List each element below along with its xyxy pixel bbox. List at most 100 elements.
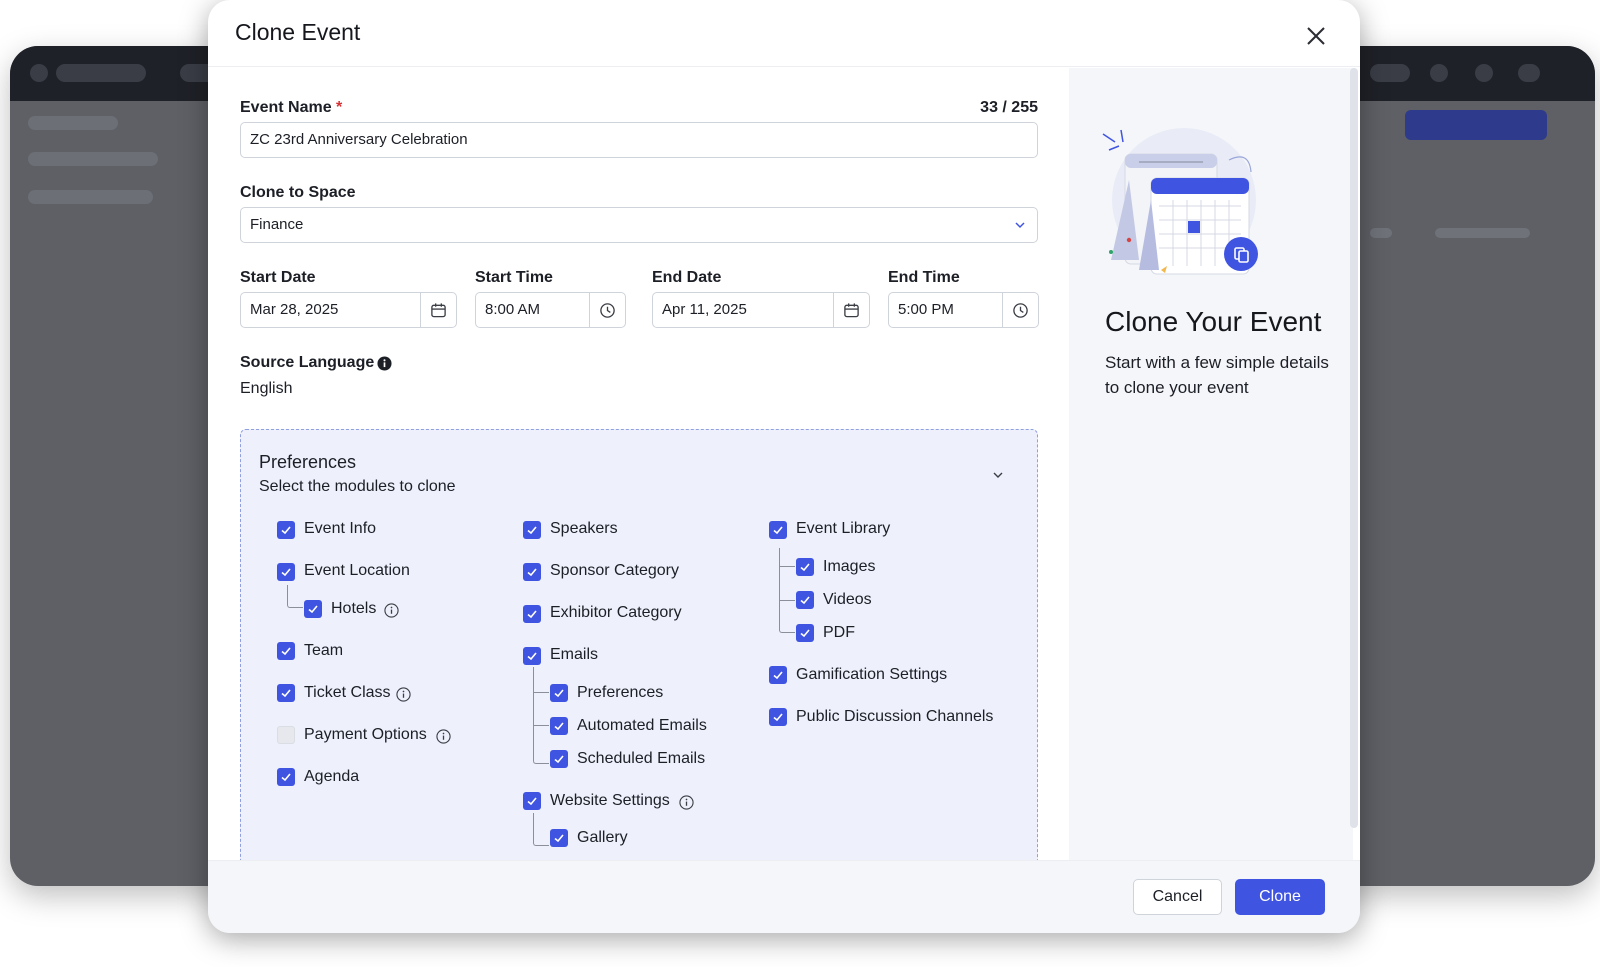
info-icon[interactable]	[377, 356, 392, 371]
checkbox-label: Event Info	[304, 520, 377, 537]
end-time-input[interactable]: 5:00 PM	[888, 292, 1039, 328]
checkbox-gamification-settings[interactable]	[769, 666, 787, 684]
checkbox-event-info[interactable]	[277, 521, 295, 539]
check-icon	[527, 652, 537, 661]
checkbox-agenda[interactable]	[277, 768, 295, 786]
tree-connector	[287, 585, 303, 608]
check-icon	[281, 647, 291, 656]
info-icon[interactable]	[679, 795, 694, 810]
checkbox-label: Images	[823, 558, 876, 575]
checkbox-images[interactable]	[796, 558, 814, 576]
source-language-value: English	[240, 380, 293, 397]
checkbox-event-library[interactable]	[769, 521, 787, 539]
checkbox-label: Gallery	[577, 829, 628, 846]
clone-event-modal: Clone Event Event Name * 33 / 255 ZC 23r…	[208, 0, 1360, 933]
check-icon	[281, 689, 291, 698]
checkbox-sponsor-category[interactable]	[523, 563, 541, 581]
start-time-label: Start Time	[475, 269, 553, 286]
cancel-button[interactable]: Cancel	[1133, 879, 1222, 915]
calendar-icon	[844, 302, 859, 317]
event-name-label: Event Name *	[240, 99, 342, 117]
end-date-input[interactable]: Apr 11, 2025	[652, 292, 870, 328]
event-name-input[interactable]: ZC 23rd Anniversary Celebration	[240, 122, 1038, 158]
preferences-section: Preferences Select the modules to clone …	[240, 429, 1038, 860]
form-pane: Event Name * 33 / 255 ZC 23rd Anniversar…	[208, 68, 1069, 860]
checkbox-speakers[interactable]	[523, 521, 541, 539]
check-icon	[308, 605, 318, 614]
tree-branch	[533, 725, 549, 726]
start-time-picker-button[interactable]	[589, 293, 625, 327]
end-time-picker-button[interactable]	[1002, 293, 1038, 327]
tree-branch	[779, 566, 795, 567]
clone-to-space-select[interactable]: Finance	[240, 207, 1038, 243]
start-date-picker-button[interactable]	[420, 293, 456, 327]
start-time-value: 8:00 AM	[485, 301, 541, 318]
clock-icon	[600, 302, 615, 318]
start-date-label: Start Date	[240, 269, 316, 286]
checkbox-videos[interactable]	[796, 591, 814, 609]
checkbox-hotels[interactable]	[304, 600, 322, 618]
checkbox-label: Speakers	[550, 520, 618, 537]
checkbox-label: Ticket Class	[304, 684, 391, 701]
checkbox-label: Gamification Settings	[796, 666, 948, 683]
clone-to-space-value: Finance	[250, 216, 304, 233]
checkbox-scheduled-emails[interactable]	[550, 750, 568, 768]
clone-to-space-label: Clone to Space	[240, 184, 356, 201]
check-icon	[281, 526, 291, 535]
modal-footer: Cancel Clone	[208, 860, 1360, 933]
checkbox-label: PDF	[823, 624, 855, 641]
check-icon	[773, 713, 783, 722]
close-icon	[1307, 27, 1325, 45]
info-icon[interactable]	[436, 729, 451, 744]
check-icon	[527, 526, 537, 535]
checkbox-public-discussion-channels[interactable]	[769, 708, 787, 726]
event-name-label-text: Event Name	[240, 99, 332, 116]
checkbox-gallery[interactable]	[550, 829, 568, 847]
checkbox-label: Exhibitor Category	[550, 604, 682, 621]
chevron-down-icon	[1015, 222, 1025, 229]
chevron-down-icon[interactable]	[991, 468, 1005, 482]
check-icon	[527, 568, 537, 577]
checkbox-team[interactable]	[277, 642, 295, 660]
checkbox-pdf[interactable]	[796, 624, 814, 642]
tree-connector	[779, 548, 795, 633]
info-icon[interactable]	[396, 687, 411, 702]
check-icon	[527, 797, 537, 806]
checkbox-payment-options[interactable]	[277, 726, 295, 744]
checkbox-label: Automated Emails	[577, 717, 707, 734]
side-panel: Clone Your Event Start with a few simple…	[1069, 68, 1353, 860]
check-icon	[800, 596, 810, 605]
checkbox-automated-emails[interactable]	[550, 717, 568, 735]
checkbox-email-preferences[interactable]	[550, 684, 568, 702]
start-date-input[interactable]: Mar 28, 2025	[240, 292, 457, 328]
event-name-value: ZC 23rd Anniversary Celebration	[250, 131, 468, 148]
tree-branch	[533, 692, 549, 693]
checkbox-label: Payment Options	[304, 726, 427, 743]
background-button	[1405, 110, 1547, 140]
clone-button[interactable]: Clone	[1235, 879, 1325, 915]
checkbox-website-settings[interactable]	[523, 792, 541, 810]
end-date-picker-button[interactable]	[833, 293, 869, 327]
checkbox-ticket-class[interactable]	[277, 684, 295, 702]
event-name-counter: 33 / 255	[980, 99, 1038, 116]
checkbox-emails[interactable]	[523, 647, 541, 665]
start-date-value: Mar 28, 2025	[250, 301, 339, 318]
checkbox-event-location[interactable]	[277, 563, 295, 581]
end-time-value: 5:00 PM	[898, 301, 954, 318]
tree-branch	[779, 600, 795, 601]
tree-connector	[533, 813, 549, 846]
modal-scrollbar[interactable]	[1350, 68, 1358, 828]
clock-icon	[1013, 302, 1028, 318]
check-icon	[527, 610, 537, 619]
clone-calendar-illustration	[1102, 128, 1258, 275]
modal-title: Clone Event	[235, 19, 361, 45]
calendar-icon	[431, 302, 446, 317]
close-button[interactable]	[1300, 20, 1332, 52]
checkbox-label: Team	[304, 642, 344, 659]
start-time-input[interactable]: 8:00 AM	[475, 292, 626, 328]
check-icon	[773, 526, 783, 535]
side-panel-description: Start with a few simple details to clone…	[1105, 353, 1329, 397]
checkbox-exhibitor-category[interactable]	[523, 605, 541, 623]
info-icon[interactable]	[384, 603, 399, 618]
check-icon	[281, 773, 291, 782]
